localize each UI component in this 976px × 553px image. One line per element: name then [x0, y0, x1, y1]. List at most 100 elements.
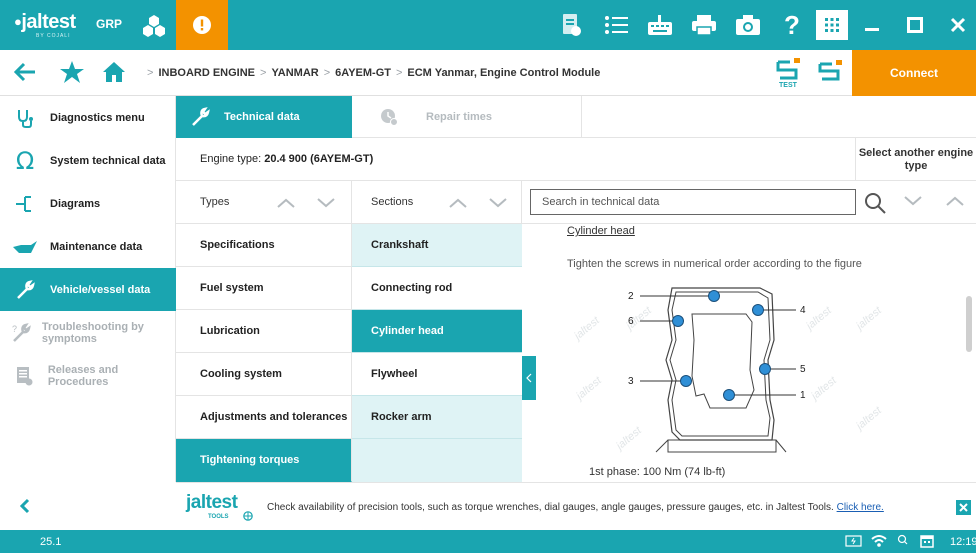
cylinder-head-figure: jaltest jaltest jaltest jaltest jaltest … — [560, 280, 940, 460]
oil-can-icon — [0, 239, 50, 255]
section-item-rocker-arm[interactable]: Rocker arm — [352, 396, 522, 439]
breadcrumb-item[interactable]: YANMAR — [271, 67, 318, 79]
close-button[interactable] — [936, 0, 976, 50]
engine-type-value: 20.4 900 (6AYEM-GT) — [264, 153, 374, 165]
type-item-specifications[interactable]: Specifications — [176, 224, 352, 267]
wifi-icon — [871, 534, 887, 548]
back-button[interactable] — [0, 482, 176, 530]
jaltest-logo: ●jaltest — [14, 11, 76, 33]
tightening-phase-text: 1st phase: 100 Nm (74 lb-ft) — [589, 466, 726, 478]
alert-button[interactable] — [176, 0, 228, 50]
calendar-icon — [920, 534, 934, 548]
alert-icon — [193, 16, 211, 34]
tools-banner-text: Check availability of precision tools, s… — [267, 502, 834, 513]
wrench-icon — [176, 107, 224, 127]
clock: 12:19 — [950, 536, 976, 548]
watermark: jaltest jaltest jaltest jaltest jaltest … — [571, 304, 885, 454]
chevron-down-icon[interactable] — [486, 193, 510, 213]
tab-label: Technical data — [224, 111, 300, 123]
sidebar-item-vehicle-vessel-data[interactable]: Vehicle/vessel data — [0, 268, 176, 311]
type-item-tightening-torques[interactable]: Tightening torques — [176, 439, 352, 482]
minimize-button[interactable] — [850, 0, 893, 50]
connect-button[interactable]: Connect — [852, 50, 976, 96]
sections-header-title: Sections — [371, 196, 414, 208]
sidebar-item-label: System technical data — [50, 154, 166, 167]
sidebar-item-label: Maintenance data — [50, 240, 143, 253]
screw-label: 6 — [628, 316, 634, 327]
chevron-up-icon[interactable] — [946, 196, 964, 206]
breadcrumb-item[interactable]: INBOARD ENGINE — [158, 67, 255, 79]
tab-technical-data[interactable]: Technical data — [176, 96, 352, 138]
type-item-lubrication[interactable]: Lubrication — [176, 310, 352, 353]
content-instruction: Tighten the screws in numerical order ac… — [567, 258, 862, 270]
connection-mode-icon[interactable] — [818, 58, 844, 84]
screw-label: 5 — [800, 364, 806, 375]
back-arrow-icon[interactable] — [14, 62, 36, 82]
breadcrumb-separator: > — [260, 67, 267, 79]
chevron-down-icon[interactable] — [314, 193, 338, 213]
svg-text:TEST: TEST — [779, 82, 798, 88]
help-icon[interactable]: ? — [776, 10, 808, 40]
camera-icon[interactable] — [732, 10, 764, 40]
version-label: 25.1 — [40, 536, 62, 548]
jaltest-tools-logo-sub: TOOLS — [208, 514, 229, 520]
svg-text:jaltest: jaltest — [803, 304, 835, 334]
chevron-up-icon[interactable] — [446, 193, 470, 213]
screw-label: 1 — [800, 390, 806, 401]
home-icon[interactable] — [102, 61, 126, 83]
svg-text:?: ? — [12, 324, 17, 334]
search-input[interactable] — [530, 189, 856, 215]
tab-repair-times[interactable]: Repair times — [352, 96, 582, 138]
status-bar — [0, 530, 976, 553]
chevron-left-icon — [526, 373, 532, 383]
report-icon[interactable] — [556, 10, 588, 40]
type-item-fuel-system[interactable]: Fuel system — [176, 267, 352, 310]
sidebar-item-releases-procedures[interactable]: Releases and Procedures — [0, 354, 176, 397]
chevron-up-icon[interactable] — [274, 193, 298, 213]
content-title[interactable]: Cylinder head — [567, 225, 635, 237]
sidebar-item-diagrams[interactable]: Diagrams — [0, 182, 176, 225]
apps-grid-button[interactable] — [816, 10, 848, 40]
print-icon[interactable] — [688, 10, 720, 40]
collapse-panel-button[interactable] — [522, 356, 536, 400]
select-another-engine-button[interactable]: Select another engine type — [855, 138, 976, 181]
sidebar-item-label: Releases and Procedures — [47, 363, 119, 388]
sidebar-item-diagnostics-menu[interactable]: Diagnostics menu — [0, 96, 176, 139]
sidebar-item-system-technical-data[interactable]: Ω System technical data — [0, 139, 176, 182]
sidebar-item-label: Vehicle/vessel data — [50, 283, 151, 296]
section-item-cylinder-head[interactable]: Cylinder head — [352, 310, 522, 353]
maximize-button[interactable] — [893, 0, 936, 50]
tools-click-here-link[interactable]: Click here. — [837, 502, 884, 513]
svg-text:jaltest: jaltest — [573, 374, 605, 404]
chevron-down-icon[interactable] — [904, 196, 922, 206]
engine-type: Engine type: 20.4 900 (6AYEM-GT) — [200, 153, 373, 165]
section-item-flywheel[interactable]: Flywheel — [352, 353, 522, 396]
group-icon[interactable] — [142, 13, 166, 37]
apps-grid-icon — [825, 18, 839, 32]
logo-subtitle: BY COJALI — [36, 33, 71, 39]
sidebar-item-maintenance-data[interactable]: Maintenance data — [0, 225, 176, 268]
type-item-cooling-system[interactable]: Cooling system — [176, 353, 352, 396]
favorite-star-icon[interactable] — [60, 61, 84, 83]
breadcrumb-item[interactable]: ECM Yanmar, Engine Control Module — [407, 67, 600, 79]
list-icon[interactable] — [600, 10, 632, 40]
svg-text:jaltest: jaltest — [808, 374, 840, 404]
tools-banner-message: Check availability of precision tools, s… — [267, 502, 884, 513]
type-item-adjustments-tolerances[interactable]: Adjustments and tolerances — [176, 396, 352, 439]
section-item-connecting-rod[interactable]: Connecting rod — [352, 267, 522, 310]
sidebar-item-troubleshooting[interactable]: ? Troubleshooting by symptoms — [0, 311, 176, 354]
breadcrumb-item[interactable]: 6AYEM-GT — [335, 67, 391, 79]
banner-close-button[interactable] — [956, 500, 971, 515]
search-icon[interactable] — [862, 190, 888, 216]
close-icon — [959, 503, 968, 512]
content-scrollbar[interactable] — [966, 296, 972, 352]
keyboard-icon[interactable] — [644, 10, 676, 40]
zoom-icon — [896, 534, 910, 548]
diagram-icon — [0, 194, 50, 214]
sidebar: Diagnostics menu Ω System technical data… — [0, 96, 176, 482]
section-item-crankshaft[interactable]: Crankshaft — [352, 224, 522, 267]
troubleshoot-icon: ? — [0, 322, 42, 343]
wrench-icon — [0, 279, 50, 300]
test-mode-icon[interactable]: TEST — [776, 58, 802, 88]
breadcrumb: > INBOARD ENGINE > YANMAR > 6AYEM-GT > E… — [142, 67, 600, 79]
